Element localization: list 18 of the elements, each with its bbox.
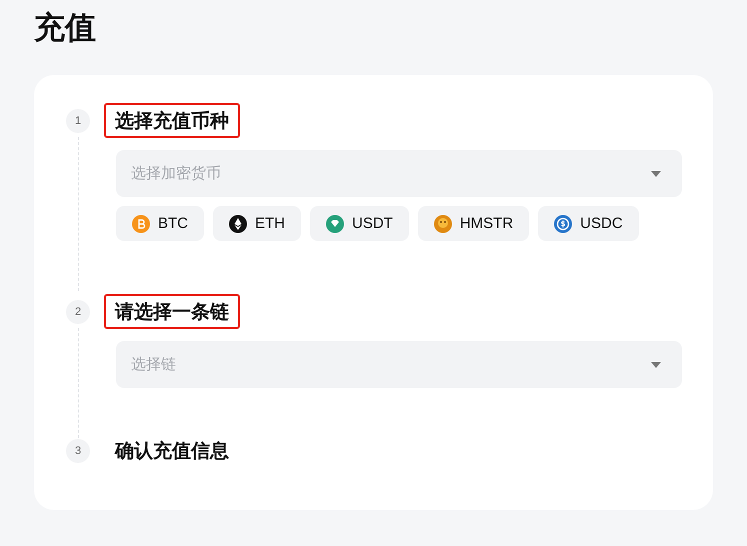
coin-icon: [229, 214, 247, 232]
caret-icon: [650, 170, 662, 178]
coin-icon: [132, 214, 150, 232]
step-title: 确认充值信息: [114, 440, 230, 464]
step-number: 1: [66, 109, 90, 133]
coin-chip[interactable]: USDC: [538, 206, 639, 241]
dollar-coin-icon: [554, 214, 572, 232]
page-title: 充值: [34, 9, 97, 47]
coin-chip[interactable]: ETH: [213, 206, 301, 241]
step-title: 选择充值币种: [104, 103, 240, 138]
caret-icon: [650, 360, 662, 368]
coin-icon: [434, 214, 452, 232]
step-number: 2: [66, 300, 90, 324]
step-title: 请选择一条链: [104, 294, 240, 329]
step-number: 3: [66, 439, 90, 463]
coin-chip[interactable]: HMSTR: [418, 206, 530, 241]
coin-chip[interactable]: BTC: [116, 206, 204, 241]
coin-chip[interactable]: USDT: [310, 206, 409, 241]
